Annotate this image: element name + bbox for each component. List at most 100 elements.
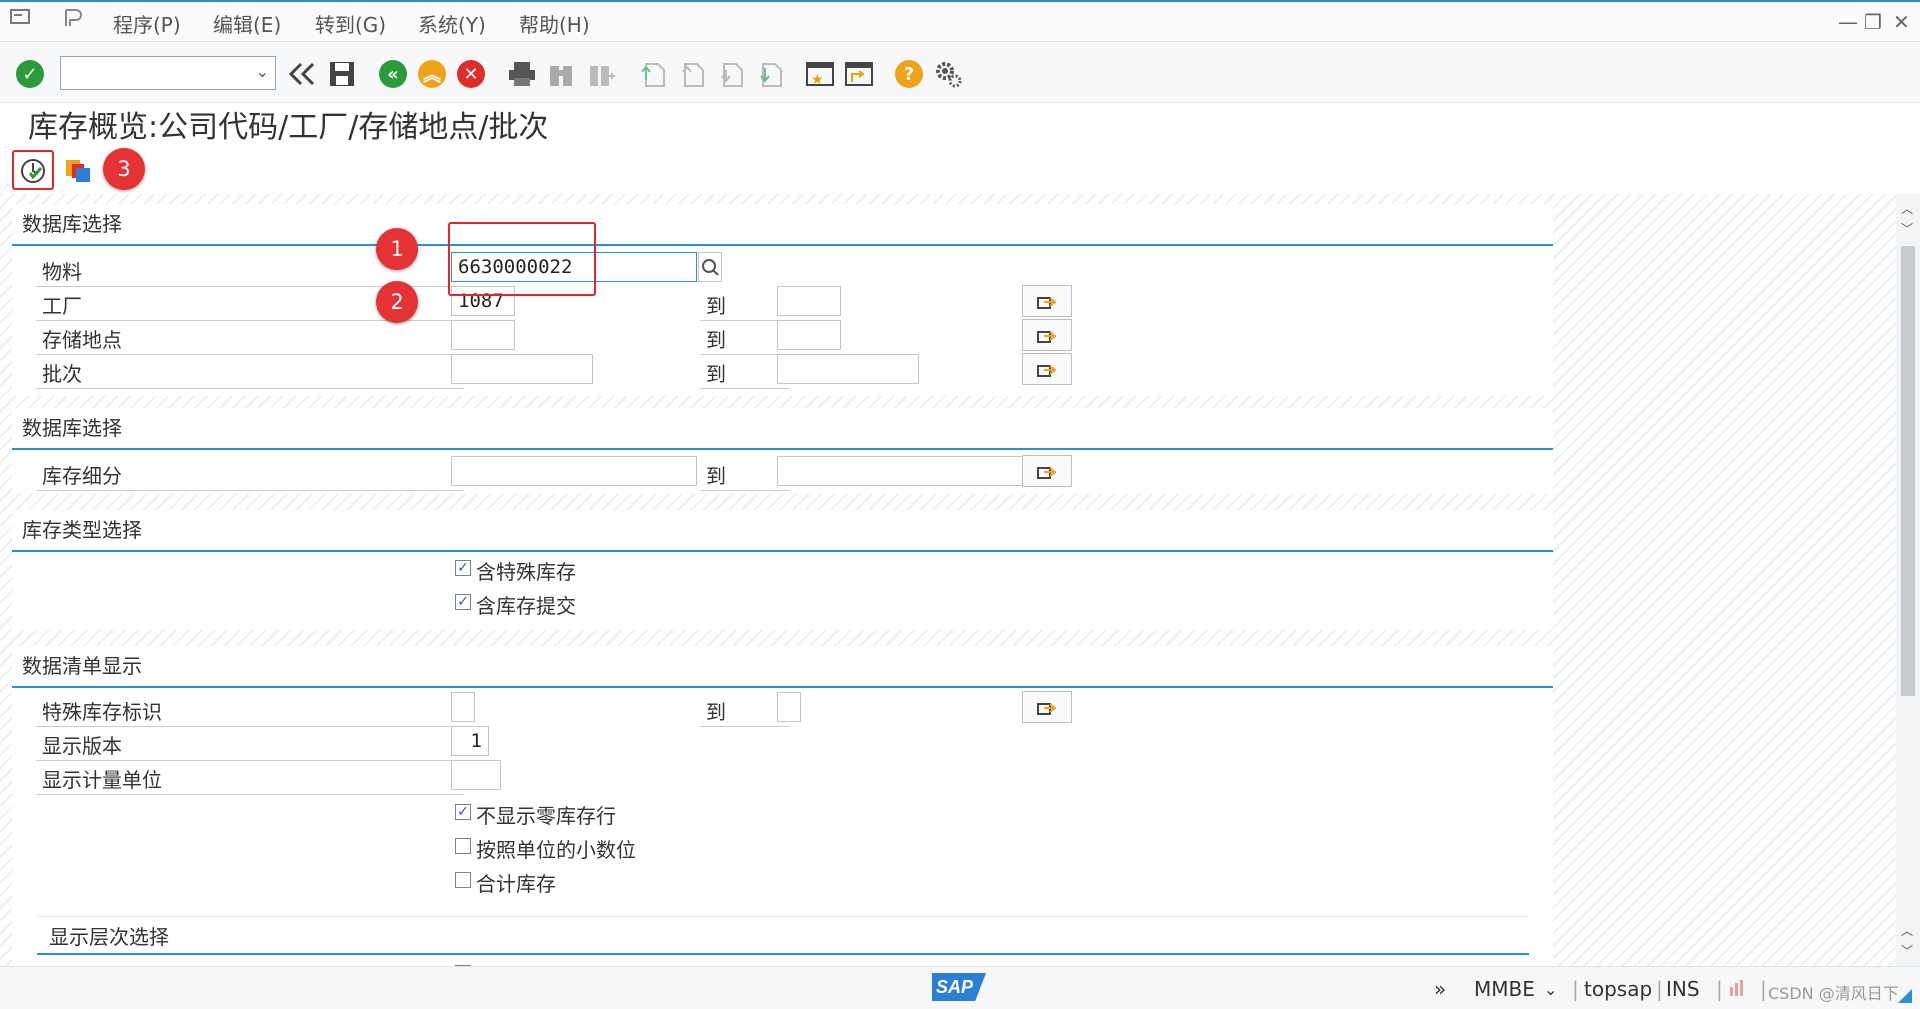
scroll-up-icon[interactable]: ︿ bbox=[1901, 200, 1913, 217]
separator: | bbox=[1760, 977, 1767, 1001]
checkbox-label: 含库存提交 bbox=[476, 594, 576, 618]
highlight-box-inputs bbox=[448, 222, 596, 296]
first-page-icon[interactable] bbox=[636, 58, 668, 90]
label-plant: 工厂 bbox=[42, 294, 82, 318]
multiple-selection-button[interactable] bbox=[1022, 353, 1072, 385]
menu-help[interactable]: 帮助(H) bbox=[519, 9, 590, 38]
group-title: 数据清单显示 bbox=[22, 654, 142, 678]
stock-breakdown-from-input[interactable] bbox=[451, 456, 697, 486]
display-version-input[interactable]: 1 bbox=[451, 726, 489, 756]
watermark: CSDN @清风日下 bbox=[1768, 984, 1899, 1003]
annotation-badge-2: 2 bbox=[376, 281, 418, 323]
back-double-icon[interactable] bbox=[286, 58, 318, 90]
scroll-thumb[interactable] bbox=[1901, 246, 1915, 696]
checkbox-stock-commitment[interactable]: ✓ bbox=[455, 594, 471, 610]
menu-system[interactable]: 系统(Y) bbox=[418, 9, 486, 38]
multiple-selection-button[interactable] bbox=[1022, 285, 1072, 317]
checkbox-total-stock[interactable] bbox=[455, 872, 471, 888]
insert-mode: INS bbox=[1666, 977, 1700, 1001]
menu-bar: 程序(P) 编辑(E) 转到(G) 系统(Y) 帮助(H) — ❐ ✕ bbox=[0, 0, 1920, 42]
special-stock-to-input[interactable] bbox=[777, 692, 801, 722]
settings-icon[interactable] bbox=[932, 58, 964, 90]
help-icon[interactable]: ? bbox=[893, 58, 925, 90]
cancel-icon[interactable]: ✕ bbox=[455, 58, 487, 90]
storage-location-to-input[interactable] bbox=[777, 320, 841, 350]
row-underline bbox=[700, 726, 790, 727]
checkbox-no-zero-stock[interactable]: ✓ bbox=[455, 804, 471, 820]
checkbox-special-stock[interactable]: ✓ bbox=[455, 560, 471, 576]
separator: | bbox=[1572, 977, 1579, 1001]
prev-page-icon[interactable] bbox=[675, 58, 707, 90]
scroll-down-icon[interactable]: ﹀ bbox=[1901, 942, 1913, 959]
enter-icon[interactable]: ✓ bbox=[14, 58, 46, 90]
execute-icon[interactable] bbox=[19, 157, 47, 185]
chevron-down-icon[interactable]: ⌄ bbox=[256, 62, 269, 81]
back-icon[interactable]: « bbox=[377, 58, 409, 90]
page-up-icon[interactable]: ﹀ bbox=[1901, 220, 1913, 237]
special-stock-from-input[interactable] bbox=[451, 692, 475, 722]
vertical-scrollbar[interactable]: ︿ ﹀ ︿ ﹀ bbox=[1896, 194, 1920, 966]
menu-edit[interactable]: 编辑(E) bbox=[213, 9, 281, 38]
batch-from-input[interactable] bbox=[451, 354, 593, 384]
variant-icon[interactable] bbox=[64, 156, 94, 186]
layout-icon[interactable] bbox=[62, 8, 84, 28]
exit-icon[interactable]: ︽ bbox=[416, 58, 448, 90]
to-label: 到 bbox=[706, 294, 726, 318]
group-divider bbox=[12, 448, 1553, 450]
minimize-icon[interactable]: — bbox=[1838, 10, 1858, 34]
group-title: 数据库选择 bbox=[22, 416, 122, 440]
plant-to-input[interactable] bbox=[777, 286, 841, 316]
menu-program[interactable]: 程序(P) bbox=[113, 9, 181, 38]
standard-toolbar: ✓ ⌄ « ︽ ✕ ★ ? bbox=[0, 42, 1920, 103]
server-name: topsap bbox=[1584, 977, 1653, 1001]
group-divider bbox=[12, 244, 1553, 246]
new-session-icon[interactable]: ★ bbox=[804, 58, 836, 90]
chevron-down-icon[interactable]: ⌄ bbox=[1544, 980, 1557, 999]
next-page-icon[interactable] bbox=[714, 58, 746, 90]
page-down-icon[interactable]: ︿ bbox=[1901, 922, 1913, 939]
print-icon[interactable] bbox=[506, 58, 538, 90]
svg-text:★: ★ bbox=[811, 72, 824, 88]
row-underline bbox=[700, 388, 790, 389]
checkbox-label: 不显示零库存行 bbox=[476, 804, 616, 828]
storage-location-from-input[interactable] bbox=[451, 320, 515, 350]
group-stock-type: 库存类型选择 ✓ 含特殊库存 ✓ 含库存提交 bbox=[12, 510, 1553, 630]
multiple-selection-button[interactable] bbox=[1022, 455, 1072, 487]
to-label: 到 bbox=[706, 362, 726, 386]
restore-icon[interactable]: ❐ bbox=[1864, 10, 1882, 34]
performance-icon bbox=[1728, 979, 1746, 997]
annotation-badge-3: 3 bbox=[103, 148, 145, 190]
last-page-icon[interactable] bbox=[753, 58, 785, 90]
multiple-selection-button[interactable] bbox=[1022, 691, 1072, 723]
find-icon[interactable] bbox=[545, 58, 577, 90]
stock-breakdown-to-input[interactable] bbox=[777, 456, 1023, 486]
menu-goto[interactable]: 转到(G) bbox=[315, 9, 386, 38]
row-underline bbox=[36, 354, 464, 355]
shortcut-icon[interactable] bbox=[843, 58, 875, 90]
row-underline bbox=[700, 490, 790, 491]
menu-icon[interactable] bbox=[10, 8, 32, 26]
group-list-display: 数据清单显示 特殊库存标识 到 显示版本 1 显示计量单位 ✓ 不显示零库存行 … bbox=[12, 646, 1553, 966]
to-label: 到 bbox=[706, 464, 726, 488]
find-next-icon[interactable] bbox=[585, 58, 617, 90]
status-expand-icon[interactable]: » bbox=[1434, 977, 1446, 1001]
resize-grip-icon[interactable] bbox=[1898, 989, 1912, 1003]
group-db-selection: 数据库选择 物料 6630000022 工厂 1087 到 存储地点 到 批次 … bbox=[12, 204, 1553, 396]
checkbox-label: 合计库存 bbox=[476, 872, 556, 896]
group-title: 显示层次选择 bbox=[49, 925, 169, 949]
group-hierarchy: 显示层次选择 ✓ bbox=[37, 916, 1529, 966]
separator: | bbox=[1716, 977, 1723, 1001]
transaction-code: MMBE bbox=[1474, 977, 1535, 1001]
checkbox-unit-decimals[interactable] bbox=[455, 838, 471, 854]
application-toolbar: 3 bbox=[0, 148, 1920, 194]
close-icon[interactable]: ✕ bbox=[1893, 10, 1910, 34]
save-icon[interactable] bbox=[326, 58, 358, 90]
command-field[interactable]: ⌄ bbox=[60, 56, 276, 90]
multiple-selection-button[interactable] bbox=[1022, 319, 1072, 351]
batch-to-input[interactable] bbox=[777, 354, 919, 384]
checkbox-label: 按照单位的小数位 bbox=[476, 838, 636, 862]
search-help-icon[interactable] bbox=[698, 252, 722, 282]
display-unit-input[interactable] bbox=[451, 760, 501, 790]
to-label: 到 bbox=[706, 328, 726, 352]
group-divider bbox=[12, 550, 1553, 552]
